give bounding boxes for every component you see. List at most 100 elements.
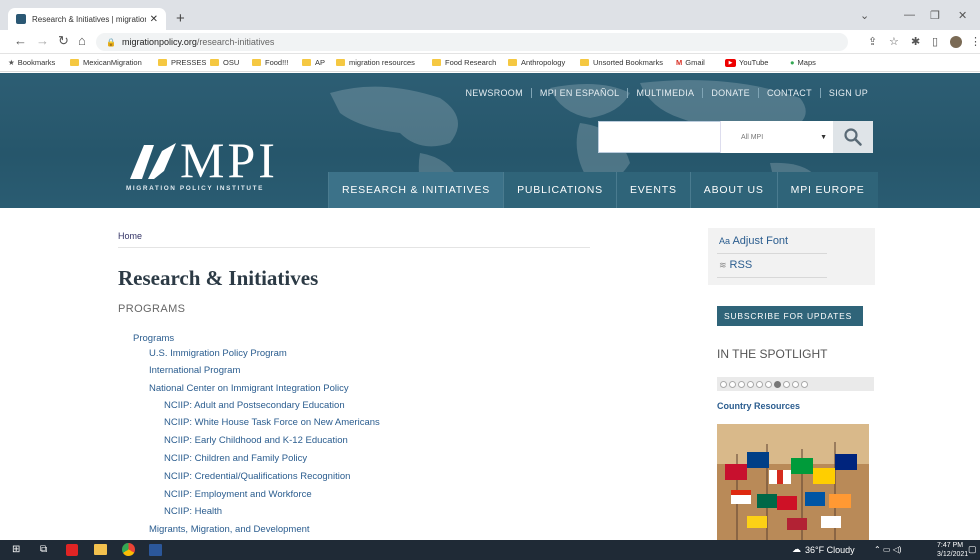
- rss-link[interactable]: ≋ RSS: [719, 259, 752, 271]
- slider-dot[interactable]: [792, 380, 799, 388]
- spotlight-heading: IN THE SPOTLIGHT: [717, 347, 828, 361]
- util-nav-contact[interactable]: CONTACT: [759, 88, 821, 98]
- notifications-icon[interactable]: ▢: [968, 544, 977, 555]
- profile-avatar[interactable]: [950, 36, 962, 48]
- side-panel-icon[interactable]: ▯: [932, 35, 938, 48]
- url-path: /research-initiatives: [196, 37, 275, 47]
- bookmark-item[interactable]: Anthropology: [508, 58, 565, 67]
- nav-events[interactable]: EVENTS: [615, 172, 690, 208]
- util-nav-newsroom[interactable]: NEWSROOM: [458, 88, 532, 98]
- taskbar-clock[interactable]: 7:47 PM 3/12/2021: [937, 541, 968, 559]
- util-nav-espanol[interactable]: MPI EN ESPAÑOL: [532, 88, 629, 98]
- weather-text: 36°F Cloudy: [805, 544, 855, 555]
- file-explorer-icon[interactable]: [94, 544, 107, 555]
- bookmark-item[interactable]: Food Research: [432, 58, 496, 67]
- clock-date: 3/12/2021: [937, 551, 969, 558]
- windows-start-icon[interactable]: ⊞: [12, 544, 20, 555]
- program-link[interactable]: NCIIP: White House Task Force on New Ame…: [164, 417, 380, 428]
- close-window-icon[interactable]: ✕: [958, 9, 967, 22]
- chrome-menu-icon[interactable]: ⋮: [970, 35, 980, 48]
- subscribe-button[interactable]: SUBSCRIBE FOR UPDATES: [717, 306, 863, 326]
- search-button[interactable]: [833, 121, 873, 153]
- reload-icon[interactable]: ↻: [58, 33, 69, 49]
- new-tab-button[interactable]: +: [176, 10, 185, 27]
- mpi-favicon-icon: [16, 14, 26, 24]
- youtube-icon: ▶: [725, 58, 736, 67]
- acrobat-icon[interactable]: [66, 544, 78, 556]
- browser-toolbar: ← → ↻ ⌂ 🔒 migrationpolicy.org/research-i…: [0, 30, 980, 54]
- restore-icon[interactable]: ❐: [930, 9, 940, 22]
- bookmark-label: YouTube: [739, 58, 769, 67]
- bookmark-item[interactable]: Unsorted Bookmarks: [580, 58, 663, 67]
- slider-dot[interactable]: [729, 380, 736, 388]
- program-link[interactable]: NCIIP: Credential/Qualifications Recogni…: [164, 471, 350, 482]
- bookmark-item[interactable]: Food!!!: [252, 58, 288, 67]
- breadcrumb-home[interactable]: Home: [118, 231, 142, 241]
- bookmark-item[interactable]: ★ Bookmarks: [8, 58, 55, 67]
- weather-widget[interactable]: ☁ 36°F Cloudy: [792, 544, 855, 555]
- bookmark-item[interactable]: M Gmail: [676, 58, 705, 67]
- bookmark-label: Food Research: [445, 58, 497, 67]
- program-link[interactable]: National Center on Immigrant Integration…: [149, 383, 349, 394]
- minimize-icon[interactable]: —: [904, 9, 915, 21]
- program-link[interactable]: NCIIP: Children and Family Policy: [164, 453, 307, 464]
- slider-dot[interactable]: [738, 380, 745, 388]
- page-title: Research & Initiatives: [118, 266, 319, 290]
- country-resources-link[interactable]: Country Resources: [717, 401, 800, 411]
- program-link[interactable]: International Program: [149, 365, 240, 376]
- program-link[interactable]: NCIIP: Health: [164, 506, 222, 517]
- close-tab-icon[interactable]: ✕: [150, 14, 158, 25]
- flags-photo[interactable]: [717, 424, 869, 540]
- slider-dot[interactable]: [765, 380, 772, 388]
- bookmark-item[interactable]: PRESSES: [158, 58, 206, 67]
- slider-dot[interactable]: [801, 380, 808, 388]
- util-nav-donate[interactable]: DONATE: [703, 88, 759, 98]
- gmail-icon: M: [676, 58, 683, 67]
- nav-research-initiatives[interactable]: RESEARCH & INITIATIVES: [328, 172, 504, 208]
- bookmark-item[interactable]: ● Maps: [790, 58, 816, 67]
- nav-mpi-europe[interactable]: MPI EUROPE: [776, 172, 878, 208]
- nav-about-us[interactable]: ABOUT US: [689, 172, 777, 208]
- folder-icon: [70, 59, 79, 66]
- address-bar[interactable]: 🔒 migrationpolicy.org/research-initiativ…: [96, 33, 848, 51]
- slider-dot[interactable]: [720, 380, 727, 388]
- folder-icon: [580, 59, 589, 66]
- back-arrow-icon[interactable]: ←: [14, 33, 27, 48]
- bookmark-item[interactable]: AP: [302, 58, 325, 67]
- word-icon[interactable]: [149, 544, 162, 556]
- share-icon[interactable]: ⇪: [868, 35, 877, 48]
- home-icon[interactable]: ⌂: [78, 33, 86, 48]
- forward-arrow-icon[interactable]: →: [36, 33, 49, 48]
- lock-icon: 🔒: [106, 37, 116, 47]
- browser-tab-active[interactable]: Research & Initiatives | migration ✕: [8, 8, 166, 30]
- sidebar-divider: [717, 253, 827, 254]
- slider-dot[interactable]: [756, 380, 763, 388]
- system-tray-icons[interactable]: ⌃ ▭ ◁): [874, 545, 902, 554]
- bookmark-item[interactable]: MexicanMigration: [70, 58, 142, 67]
- tab-search-chevron-icon[interactable]: ⌄: [860, 9, 869, 22]
- bookmark-item[interactable]: OSU: [210, 58, 239, 67]
- util-nav-multimedia[interactable]: MULTIMEDIA: [628, 88, 704, 98]
- program-link[interactable]: NCIIP: Early Childhood and K-12 Educatio…: [164, 435, 348, 446]
- util-nav-signup[interactable]: SIGN UP: [821, 88, 876, 98]
- nav-publications[interactable]: PUBLICATIONS: [503, 172, 616, 208]
- program-link[interactable]: Programs: [133, 333, 174, 344]
- bookmark-item[interactable]: migration resources: [336, 58, 415, 67]
- slider-dot[interactable]: [774, 380, 781, 388]
- program-link[interactable]: NCIIP: Employment and Workforce: [164, 489, 312, 500]
- slider-dot[interactable]: [747, 380, 754, 388]
- bookmark-label: Gmail: [685, 58, 705, 67]
- folder-icon: [158, 59, 167, 66]
- slider-dot[interactable]: [783, 380, 790, 388]
- program-link[interactable]: Migrants, Migration, and Development: [149, 524, 310, 535]
- search-scope-select[interactable]: All MPI ▼: [720, 121, 833, 153]
- extensions-puzzle-icon[interactable]: ✱: [911, 35, 920, 48]
- browser-tab-strip: Research & Initiatives | migration ✕ + ⌄…: [0, 0, 980, 30]
- bookmark-star-icon[interactable]: ☆: [889, 35, 899, 48]
- task-view-icon[interactable]: ⧉: [40, 544, 47, 555]
- adjust-font-link[interactable]: Aa Adjust Font: [719, 235, 788, 247]
- chrome-icon[interactable]: [122, 543, 135, 556]
- program-link[interactable]: U.S. Immigration Policy Program: [149, 348, 287, 359]
- program-link[interactable]: NCIIP: Adult and Postsecondary Education: [164, 400, 345, 411]
- bookmark-item[interactable]: ▶ YouTube: [725, 58, 768, 67]
